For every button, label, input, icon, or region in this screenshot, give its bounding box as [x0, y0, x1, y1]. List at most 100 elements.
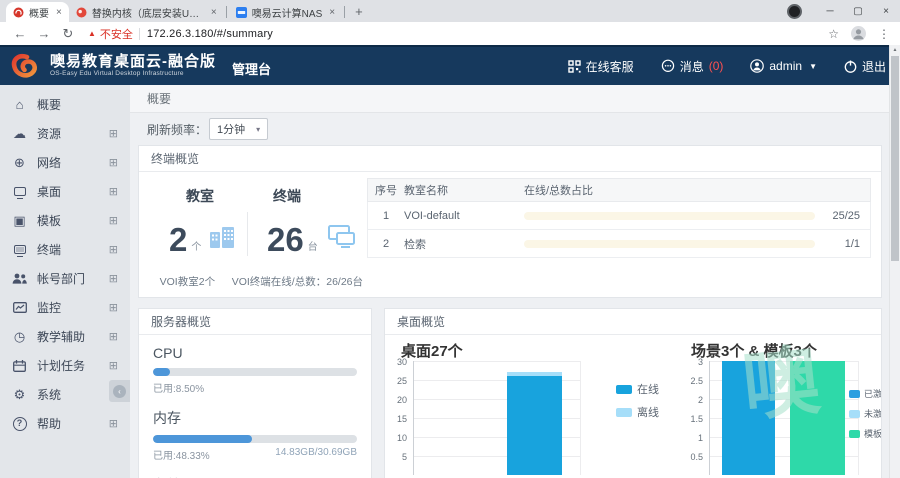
cpu-used-label: 已用:8.50% — [153, 380, 204, 395]
chat-bubble-icon — [661, 59, 675, 73]
terminals-icon — [326, 224, 356, 254]
panel-title: 桌面概览 — [385, 309, 881, 335]
legend-item-active-scene[interactable]: 已激活场景 — [849, 387, 882, 400]
terminal-label: 终端 — [249, 186, 363, 206]
tab-close-icon[interactable]: × — [211, 7, 217, 18]
extension-badge-icon[interactable] — [787, 4, 802, 19]
expand-icon[interactable]: ⊞ — [109, 417, 118, 430]
sidebar-item-help[interactable]: ? 帮助 ⊞ — [0, 409, 130, 438]
brand-block: 噢易教育桌面云-融合版 OS-Easy Edu Virtual Desktop … — [50, 54, 216, 78]
sidebar-item-desktop[interactable]: 桌面 ⊞ — [0, 177, 130, 206]
template-icon: ▣ — [11, 213, 28, 229]
gear-icon: ⚙ — [11, 387, 28, 403]
forward-icon[interactable]: → — [32, 26, 56, 41]
tab-title: 概要 — [29, 5, 49, 20]
online-ratio-bar — [524, 212, 815, 220]
back-icon[interactable]: ← — [8, 26, 32, 41]
tab-close-icon[interactable]: × — [329, 7, 335, 18]
expand-icon[interactable]: ⊞ — [109, 185, 118, 198]
legend-item-offline[interactable]: 离线 — [616, 404, 659, 420]
user-menu[interactable]: admin ▼ — [750, 59, 817, 73]
reload-icon[interactable]: ↻ — [56, 26, 80, 42]
sidebar-item-monitoring[interactable]: 监控 ⊞ — [0, 293, 130, 322]
sidebar-item-terminal[interactable]: 终端 ⊞ — [0, 235, 130, 264]
table-row: 2 检索 1/1 — [367, 230, 871, 258]
window-minimize-button[interactable]: ─ — [816, 6, 844, 17]
home-icon: ⌂ — [11, 97, 28, 112]
sidebar-item-template[interactable]: ▣ 模板 ⊞ — [0, 206, 130, 235]
online-service-button[interactable]: 在线客服 — [568, 58, 634, 75]
osez-favicon-icon — [13, 7, 24, 18]
desktop-chart-plot — [413, 361, 581, 475]
classroom-table: 序号 教室名称 在线/总数占比 1 VOI-default 25/25 — [367, 178, 871, 289]
sidebar-item-network[interactable]: ⊕ 网络 ⊞ — [0, 148, 130, 177]
address-bar[interactable]: ▲ 不安全 172.26.3.180/#/summary — [88, 25, 820, 42]
sidebar-item-accounts[interactable]: 帐号部门 ⊞ — [0, 264, 130, 293]
scene-chart-legend: 已激活场景 未激活场景 模板 — [849, 387, 882, 440]
qr-code-icon — [568, 60, 581, 73]
globe-icon: ⊕ — [11, 155, 28, 171]
desktop-chart-legend: 在线 离线 — [616, 381, 659, 420]
browser-tab-nas[interactable]: 噢易云计算NAS × — [229, 2, 342, 22]
desktop-icon — [11, 187, 28, 196]
panel-title: 终端概览 — [139, 146, 881, 172]
expand-icon[interactable]: ⊞ — [109, 301, 118, 314]
expand-icon[interactable]: ⊞ — [109, 214, 118, 227]
bookmark-star-icon[interactable]: ☆ — [828, 27, 839, 41]
online-bar-segment — [507, 376, 562, 475]
expand-icon[interactable]: ⊞ — [109, 156, 118, 169]
chevron-down-icon: ▾ — [256, 125, 260, 134]
scrollbar-up-icon[interactable]: ▲ — [890, 45, 900, 55]
expand-icon[interactable]: ⊞ — [109, 330, 118, 343]
memory-used-label: 已用:48.33% — [153, 447, 210, 462]
expand-icon[interactable]: ⊞ — [109, 127, 118, 140]
building-icon — [209, 225, 235, 254]
cpu-usage-bar — [153, 368, 357, 376]
url-text: 172.26.3.180/#/summary — [147, 28, 273, 40]
memory-detail: 14.83GB/30.69GB — [275, 447, 357, 462]
tab-close-icon[interactable]: × — [56, 7, 62, 18]
online-service-label: 在线客服 — [586, 58, 634, 75]
scrollbar-thumb[interactable] — [891, 56, 899, 261]
browser-tab-strip: 概要 × 替换内核（底层安装U盘）的方法 × 噢易云计算NAS × + ─ ▢ … — [0, 0, 900, 22]
expand-icon[interactable]: ⊞ — [109, 272, 118, 285]
sidebar: ⌂ 概要 ☁ 资源 ⊞ ⊕ 网络 ⊞ 桌面 ⊞ ▣ 模板 ⊞ — [0, 85, 130, 478]
profile-avatar-icon[interactable] — [851, 26, 866, 41]
sidebar-item-resources[interactable]: ☁ 资源 ⊞ — [0, 119, 130, 148]
expand-icon[interactable]: ⊞ — [109, 243, 118, 256]
new-tab-button[interactable]: + — [355, 4, 363, 19]
page-scrollbar[interactable]: ▲ — [889, 45, 900, 478]
power-icon — [844, 60, 857, 73]
not-secure-warning-icon: ▲ — [88, 29, 96, 38]
browser-tab-kernel[interactable]: 替换内核（底层安装U盘）的方法 × — [69, 2, 224, 22]
chevron-down-icon: ▼ — [809, 62, 817, 71]
terminal-overview-panel: 终端概览 教室 终端 2 个 — [138, 145, 882, 298]
refresh-rate-select[interactable]: 1分钟 ▾ — [209, 118, 268, 140]
forum-favicon-icon — [76, 7, 87, 18]
collapse-arrow-icon: ‹ — [113, 385, 126, 398]
memory-label: 内存 — [153, 408, 357, 428]
browser-tab-summary[interactable]: 概要 × — [6, 2, 69, 22]
legend-item-template[interactable]: 模板 — [849, 427, 882, 440]
expand-icon[interactable]: ⊞ — [109, 359, 118, 372]
sidebar-collapse-button[interactable]: ‹ — [109, 380, 130, 402]
server-overview-panel: 服务器概览 CPU 已用:8.50% 内存 已用:48.33%14.83GB/3… — [138, 308, 372, 478]
desktop-chart-title: 桌面27个 — [401, 340, 463, 361]
terminal-stats: 教室 终端 2 个 — [151, 176, 363, 289]
online-ratio-bar — [524, 240, 815, 248]
logout-button[interactable]: 退出 — [844, 58, 886, 75]
window-maximize-button[interactable]: ▢ — [844, 6, 872, 17]
breadcrumb: 概要 — [130, 85, 900, 113]
browser-menu-icon[interactable]: ⋮ — [878, 27, 890, 41]
voi-terminal-summary: VOI终端在线/总数：26/26台 — [224, 274, 363, 289]
oseasy-logo — [10, 52, 43, 81]
sidebar-item-tasks[interactable]: 计划任务 ⊞ — [0, 351, 130, 380]
messages-button[interactable]: 消息 (0) — [661, 58, 724, 75]
sidebar-item-summary[interactable]: ⌂ 概要 — [0, 90, 130, 119]
legend-item-inactive-scene[interactable]: 未激活场景 — [849, 407, 882, 420]
refresh-rate-label: 刷新频率： — [147, 121, 207, 138]
legend-item-online[interactable]: 在线 — [616, 381, 659, 397]
sidebar-item-teaching[interactable]: ◷ 教学辅助 ⊞ — [0, 322, 130, 351]
tab-title: 替换内核（底层安装U盘）的方法 — [92, 5, 204, 20]
window-close-button[interactable]: × — [872, 6, 900, 17]
